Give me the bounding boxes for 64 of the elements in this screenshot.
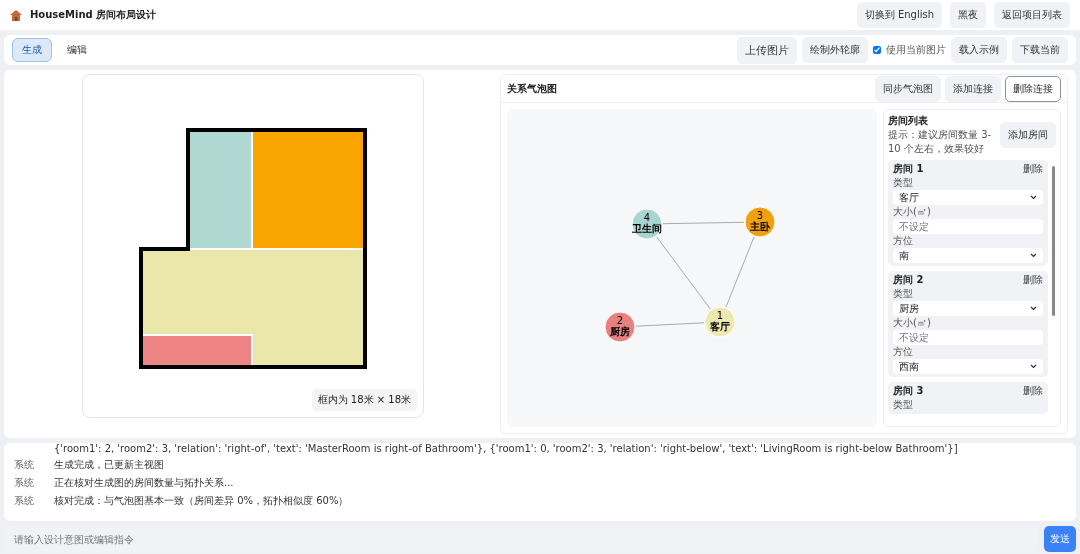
- field-label: 类型: [893, 288, 914, 300]
- bubble-label: 主卧: [750, 221, 770, 232]
- direction-select[interactable]: 南: [893, 248, 1043, 263]
- room-bubble[interactable]: [604, 311, 636, 343]
- toolbar-button[interactable]: 载入示例: [951, 37, 1007, 63]
- bubble-button[interactable]: 删除连接: [1005, 75, 1061, 102]
- header-button[interactable]: 黑夜: [950, 2, 986, 28]
- checkbox-label: 使用当前图片: [886, 43, 946, 57]
- caret-icon: [1030, 364, 1037, 369]
- bubble-number: 1: [716, 310, 724, 321]
- use-image-checkbox[interactable]: [873, 46, 881, 54]
- scrollbar-thumb[interactable]: [1052, 166, 1055, 316]
- log-message: 核对完成：与气泡图基本一致（房间差异 0%，拓扑相似度 60%）: [54, 494, 349, 508]
- size-field[interactable]: 不设定: [893, 219, 1043, 234]
- field-label: 大小(㎡): [893, 317, 932, 329]
- delete-button[interactable]: 删除: [1023, 273, 1043, 287]
- sender-label: 系统: [14, 494, 35, 508]
- house-icon: [10, 9, 22, 21]
- field-label: 方位: [893, 346, 914, 358]
- caret-icon: [1030, 195, 1037, 200]
- room-title: 房间 1: [893, 162, 924, 176]
- room-bubble[interactable]: [704, 306, 736, 338]
- mode-tab[interactable]: 生成: [12, 38, 52, 62]
- sender-label: 系统: [14, 476, 35, 490]
- add-room-button[interactable]: 添加房间: [1000, 122, 1056, 148]
- direction-select[interactable]: 西南: [893, 359, 1043, 374]
- header-button[interactable]: 切换到 English: [856, 2, 942, 28]
- log-message: 正在核对生成图的房间数量与拓扑关系...: [54, 476, 234, 490]
- bubble-label: 卫生间: [632, 223, 662, 234]
- list-title: 房间列表: [888, 114, 929, 128]
- scale-caption: 框内为 18米 × 18米: [311, 389, 417, 411]
- bubble-button[interactable]: 添加连接: [945, 75, 1001, 102]
- field-label: 方位: [893, 235, 914, 247]
- room-bubble[interactable]: [631, 208, 663, 240]
- bubble-number: 3: [756, 210, 764, 221]
- delete-button[interactable]: 删除: [1023, 384, 1043, 398]
- field-label: 类型: [893, 177, 914, 189]
- caret-icon: [1030, 253, 1037, 258]
- delete-button[interactable]: 删除: [1023, 162, 1043, 176]
- type-select[interactable]: 客厅: [893, 190, 1043, 205]
- field-label: 类型: [893, 399, 914, 411]
- log-message: 生成完成，已更新主视图: [54, 458, 164, 472]
- outline-button[interactable]: 绘制外轮廓: [802, 37, 868, 63]
- bubble-label: 厨房: [610, 326, 630, 337]
- room-bubble[interactable]: [744, 206, 776, 238]
- header-button[interactable]: 返回项目列表: [994, 2, 1070, 28]
- send-button[interactable]: 发送: [1044, 526, 1076, 552]
- caret-icon: [1030, 306, 1037, 311]
- bubble-number: 4: [643, 212, 651, 223]
- bubble-label: 客厅: [710, 321, 730, 332]
- field-label: 大小(㎡): [893, 206, 932, 218]
- log-message: {'room1': 2, 'room2': 3, 'relation': 'right-of', 'text': 'MasterRoom is right-of Bathroom'}, {'room1': 0, 'room2': 3, 'relation': 'right-below', 'text': 'LivingRoom is right-below Bathroom'}]: [54, 443, 958, 454]
- sender-label: 系统: [14, 458, 35, 472]
- app-title: HouseMind 房间布局设计: [30, 8, 158, 22]
- toolbar-button[interactable]: 下载当前: [1012, 37, 1068, 63]
- room-title: 房间 3: [893, 384, 924, 398]
- upload-button[interactable]: 上传图片: [737, 36, 797, 64]
- panel-title: 关系气泡图: [507, 81, 558, 96]
- list-hint: 提示：建议房间数量 3-10 个左右，效果较好: [888, 128, 993, 156]
- bubble-number: 2: [616, 315, 624, 326]
- room-title: 房间 2: [893, 273, 924, 287]
- bubble-button[interactable]: 同步气泡图: [875, 75, 941, 102]
- size-field[interactable]: 不设定: [893, 330, 1043, 345]
- type-select[interactable]: 厨房: [893, 301, 1043, 316]
